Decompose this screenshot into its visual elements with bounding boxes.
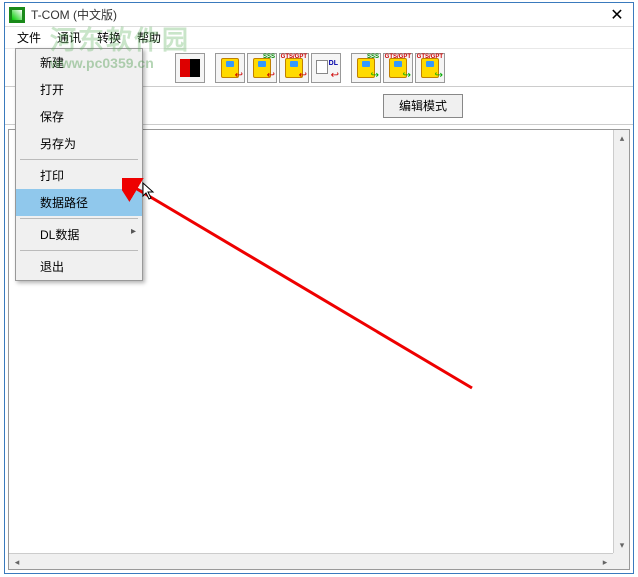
menu-separator xyxy=(20,159,138,160)
edit-mode-button[interactable]: 编辑模式 xyxy=(383,94,463,118)
scrollbar-horizontal[interactable]: ◂ ▸ xyxy=(9,553,613,569)
toolbar-inst-send-gts-2[interactable]: GTS/GPT↪ xyxy=(415,53,445,83)
menu-item-new[interactable]: 新建 xyxy=(16,49,142,76)
menu-separator xyxy=(20,218,138,219)
menu-item-exit[interactable]: 退出 xyxy=(16,253,142,280)
scroll-left-icon[interactable]: ◂ xyxy=(9,554,25,570)
menu-item-open[interactable]: 打开 xyxy=(16,76,142,103)
scroll-right-icon[interactable]: ▸ xyxy=(597,554,613,570)
toolbar-inst-recv-sss[interactable]: SSS↩ xyxy=(247,53,277,83)
menu-item-datapath[interactable]: 数据路径 xyxy=(16,189,142,216)
toolbar-dl-recv[interactable]: DL↩ xyxy=(311,53,341,83)
file-menu-dropdown: 新建 打开 保存 另存为 打印 数据路径 DL数据 退出 xyxy=(15,48,143,281)
toolbar-flag-button[interactable] xyxy=(175,53,205,83)
scroll-up-icon[interactable]: ▴ xyxy=(614,130,630,146)
menubar: 文件 通讯 转换 帮助 xyxy=(5,27,633,49)
close-button[interactable]: ✕ xyxy=(605,5,629,25)
titlebar: T-COM (中文版) ✕ xyxy=(5,3,633,27)
menu-comm[interactable]: 通讯 xyxy=(49,27,89,48)
window-title: T-COM (中文版) xyxy=(31,6,605,23)
menu-item-print[interactable]: 打印 xyxy=(16,162,142,189)
menu-convert[interactable]: 转换 xyxy=(89,27,129,48)
toolbar-inst-send-gts-1[interactable]: GTS/GPT↪ xyxy=(383,53,413,83)
scrollbar-corner xyxy=(613,553,629,569)
menu-help[interactable]: 帮助 xyxy=(129,27,169,48)
scrollbar-vertical[interactable]: ▴ ▾ xyxy=(613,130,629,553)
toolbar-inst-send-sss[interactable]: SSS↪ xyxy=(351,53,381,83)
menu-item-saveas[interactable]: 另存为 xyxy=(16,130,142,157)
toolbar-inst-recv-gts[interactable]: GTS/GPT↩ xyxy=(279,53,309,83)
menu-separator xyxy=(20,250,138,251)
scroll-down-icon[interactable]: ▾ xyxy=(614,537,630,553)
menu-item-save[interactable]: 保存 xyxy=(16,103,142,130)
menu-file[interactable]: 文件 xyxy=(9,27,49,48)
app-icon xyxy=(9,7,25,23)
menu-item-dldata[interactable]: DL数据 xyxy=(16,221,142,248)
toolbar-inst-recv-1[interactable]: ↩ xyxy=(215,53,245,83)
